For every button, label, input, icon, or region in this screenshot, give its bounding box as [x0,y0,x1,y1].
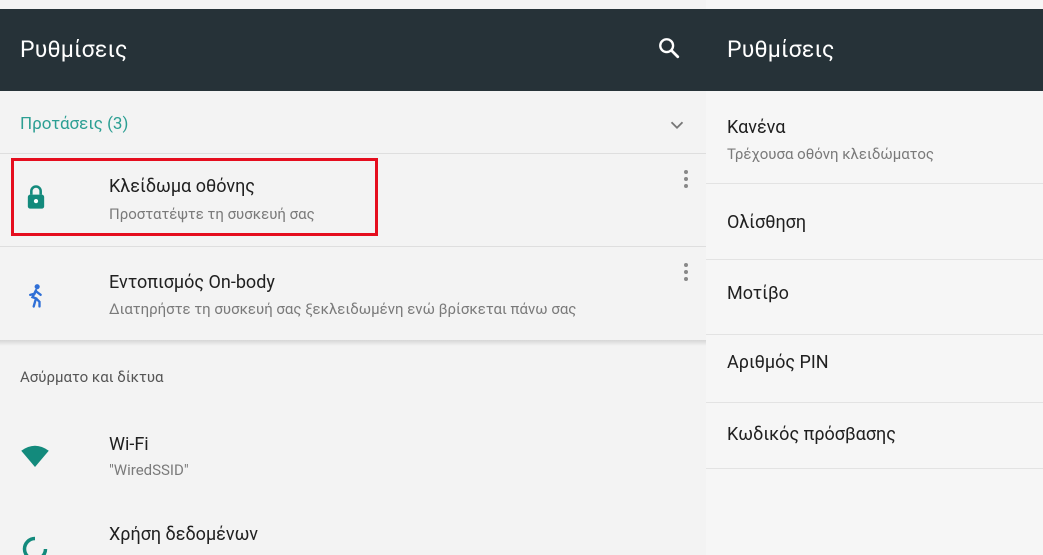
suggestion-title: Εντοπισμός On-body [109,272,275,293]
suggestion-subtitle: Διατηρήστε τη συσκευή σας ξεκλειδωμένη ε… [109,300,577,318]
top-app-bar-right: Ρυθμίσεις [706,9,1043,91]
search-icon[interactable] [655,34,687,66]
option-pattern[interactable]: Μοτίβο [727,283,789,304]
chevron-down-icon[interactable] [666,114,688,136]
section-header-wireless: Ασύρματο και δίκτυα [20,368,164,386]
overflow-menu-icon[interactable] [680,168,692,196]
option-none[interactable]: Κανένα [727,117,785,138]
screen-lock-options-pane: Ρυθμίσεις Κανένα Τρέχουσα οθόνη κλειδώμα… [706,0,1043,555]
data-usage-icon [21,535,49,555]
settings-item-title: Χρήση δεδομένων [109,524,259,545]
settings-item-subtitle: "WiredSSID" [109,461,189,479]
suggestions-header[interactable]: Προτάσεις (3) [20,114,128,134]
wifi-icon [20,442,49,470]
person-walking-icon [22,282,50,310]
option-pin[interactable]: Αριθμός PIN [727,352,829,373]
settings-item-data-usage[interactable]: Χρήση δεδομένων [13,510,378,555]
highlight-box [11,158,378,236]
app-bar-title: Ρυθμίσεις [727,36,835,63]
top-app-bar: Ρυθμίσεις [0,9,706,91]
overflow-menu-icon[interactable] [680,261,692,289]
settings-item-title: Wi-Fi [109,434,149,455]
option-password[interactable]: Κωδικός πρόσβασης [727,424,896,445]
option-none-subtitle: Τρέχουσα οθόνη κλειδώματος [727,145,934,163]
settings-pane-left: Ρυθμίσεις Προτάσεις (3) Κλείδωμα οθόνης … [0,0,706,555]
app-bar-title: Ρυθμίσεις [20,36,128,63]
settings-item-wifi[interactable]: Wi-Fi "WiredSSID" [13,420,378,490]
option-swipe[interactable]: Ολίσθηση [727,212,806,233]
suggestion-on-body-detection[interactable]: Εντοπισμός On-body Διατηρήστε τη συσκευή… [13,258,576,338]
